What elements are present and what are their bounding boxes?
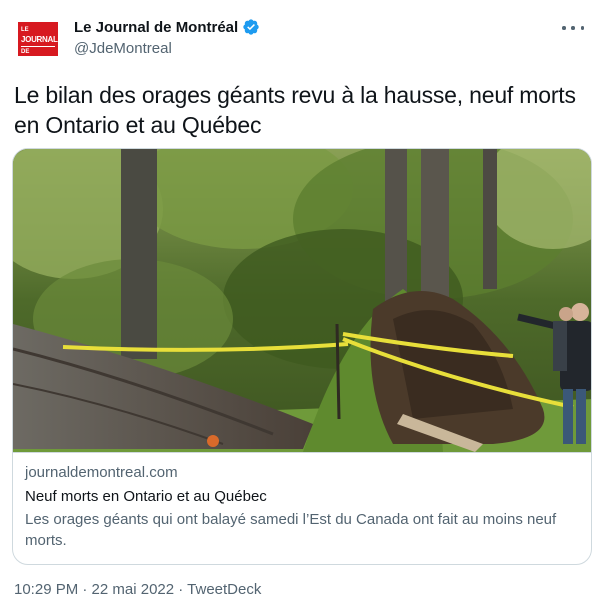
dot: [580, 26, 584, 30]
card-meta: journaldemontreal.com Neuf morts en Onta…: [13, 452, 591, 564]
verified-badge-icon: [242, 18, 260, 36]
tweet[interactable]: LE JOURNAL DE MONTRÉAL Le Journal de Mon…: [0, 0, 600, 614]
user-info: Le Journal de Montréal @JdeMontreal: [74, 16, 260, 57]
tweet-text: Le bilan des orages géants revu à la hau…: [14, 82, 576, 138]
tweet-timestamp[interactable]: 10:29 PM · 22 mai 2022 · TweetDeck: [14, 581, 261, 598]
card-image[interactable]: [13, 149, 591, 452]
display-name[interactable]: Le Journal de Montréal: [74, 19, 238, 36]
journal-logo: LE JOURNAL DE MONTRÉAL: [18, 22, 58, 64]
logo-text-journal: JOURNAL: [21, 35, 58, 44]
logo-text-le: LE: [21, 27, 29, 33]
link-card[interactable]: journaldemontreal.com Neuf morts en Onta…: [12, 148, 592, 565]
card-description: Les orages géants qui ont balayé samedi …: [25, 511, 557, 549]
more-options-icon[interactable]: [562, 18, 584, 38]
dot: [571, 26, 575, 30]
handle[interactable]: @JdeMontreal: [74, 40, 260, 57]
card-domain: journaldemontreal.com: [25, 464, 178, 481]
fallen-tree-photo: [13, 149, 591, 452]
name-row: Le Journal de Montréal: [74, 16, 260, 38]
avatar[interactable]: LE JOURNAL DE MONTRÉAL: [16, 16, 64, 64]
logo-text-montreal: DE MONTRÉAL: [21, 46, 55, 66]
dot: [562, 26, 566, 30]
card-title: Neuf morts en Ontario et au Québec: [25, 488, 267, 505]
